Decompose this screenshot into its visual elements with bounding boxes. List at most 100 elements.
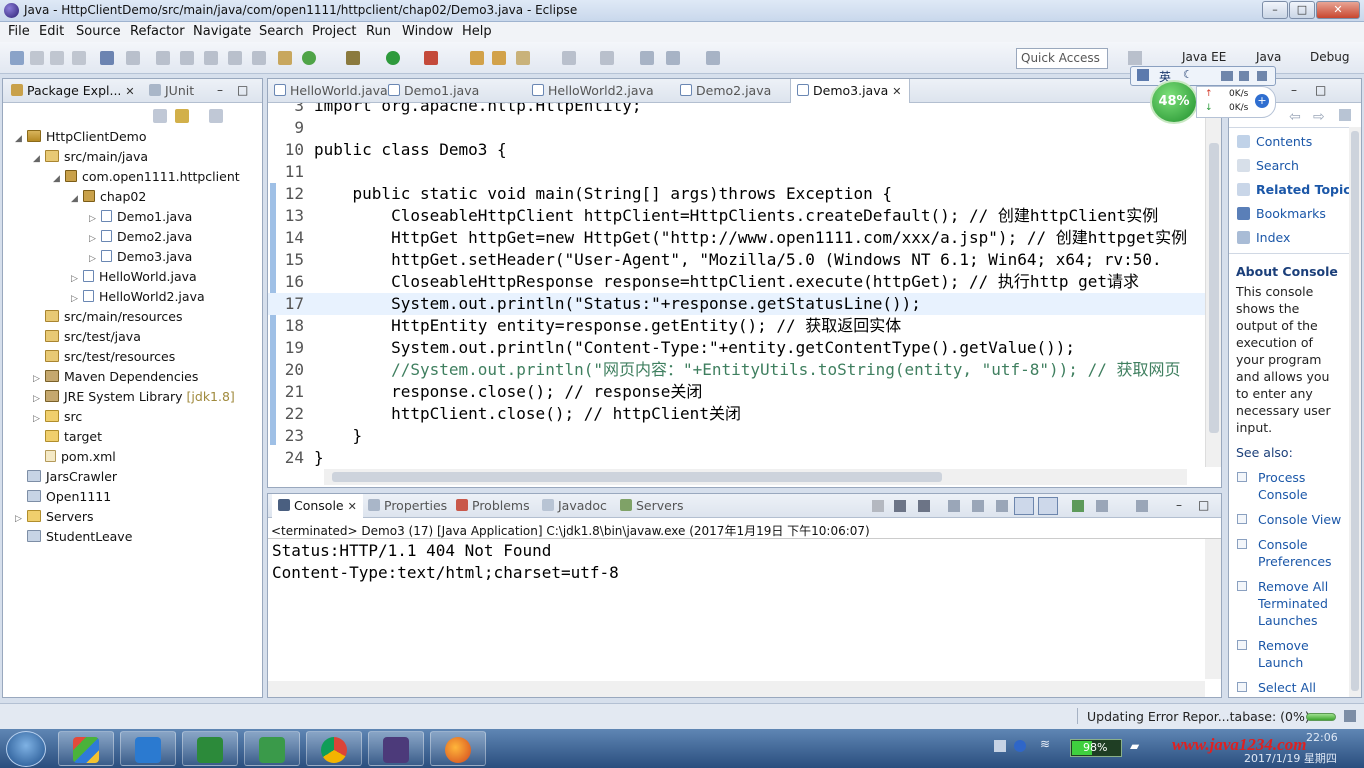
help-tray-icon[interactable] xyxy=(1014,740,1026,752)
tab-helloworld[interactable]: HelloWorld.java xyxy=(274,83,388,98)
scroll-lock-icon[interactable] xyxy=(972,500,984,512)
select-all-link[interactable]: Select All xyxy=(1258,679,1316,696)
tree-item[interactable]: ▷ Demo2.java xyxy=(89,229,192,249)
ime-tool-icon[interactable] xyxy=(1239,71,1249,81)
console-icon[interactable] xyxy=(100,51,114,65)
skip-breakpoints-icon[interactable] xyxy=(126,51,140,65)
tab-problems[interactable]: Problems xyxy=(456,498,530,513)
new-icon[interactable] xyxy=(10,51,24,65)
annotation-icon[interactable] xyxy=(562,51,576,65)
taskbar-app[interactable] xyxy=(58,731,114,766)
menu-file[interactable]: File xyxy=(8,24,30,39)
help-related-topics-link[interactable]: Related Topics xyxy=(1237,182,1358,197)
forward-icon[interactable] xyxy=(706,51,720,65)
tab-properties[interactable]: Properties xyxy=(368,498,447,513)
scrollbar-thumb[interactable] xyxy=(1209,143,1219,433)
maximize-view-icon[interactable]: □ xyxy=(1315,83,1326,97)
word-wrap-icon[interactable] xyxy=(996,500,1008,512)
new-package-icon[interactable] xyxy=(492,51,506,65)
tab-demo3[interactable]: Demo3.java ✕ xyxy=(790,79,911,103)
perspective-debug[interactable]: Debug xyxy=(1310,50,1349,64)
close-icon[interactable]: ✕ xyxy=(125,85,134,98)
vertical-scrollbar[interactable] xyxy=(1205,539,1221,679)
tree-item[interactable]: Open1111 xyxy=(15,489,111,509)
tab-javadoc[interactable]: Javadoc xyxy=(542,498,607,513)
taskbar-app[interactable] xyxy=(244,731,300,766)
minimize-view-icon[interactable]: – xyxy=(1291,83,1297,97)
run-icon[interactable] xyxy=(386,51,400,65)
menu-refactor[interactable]: Refactor xyxy=(130,24,185,39)
tray-icon[interactable] xyxy=(994,740,1006,752)
vertical-scrollbar[interactable] xyxy=(1205,103,1221,467)
next-annotation-icon[interactable] xyxy=(600,51,614,65)
horizontal-scrollbar[interactable] xyxy=(268,681,1205,697)
step-return-icon[interactable] xyxy=(204,51,218,65)
tab-console[interactable]: Console ✕ xyxy=(272,494,363,518)
taskbar-app[interactable] xyxy=(120,731,176,766)
scrollbar-thumb[interactable] xyxy=(1351,131,1359,691)
taskbar-app[interactable] xyxy=(306,731,362,766)
tree-item[interactable]: src/test/java xyxy=(33,329,141,349)
link-with-editor-icon[interactable] xyxy=(175,109,189,123)
taskbar-app[interactable] xyxy=(368,731,424,766)
close-icon[interactable]: ✕ xyxy=(348,500,357,513)
step-over-icon[interactable] xyxy=(180,51,194,65)
help-search-link[interactable]: Search xyxy=(1237,158,1299,173)
console-view-link[interactable]: Console View xyxy=(1258,511,1341,528)
back-icon[interactable] xyxy=(666,51,680,65)
menu-navigate[interactable]: Navigate xyxy=(193,24,251,39)
progress-view-icon[interactable] xyxy=(1344,710,1356,722)
view-menu-icon[interactable] xyxy=(209,109,223,123)
tab-package-explorer[interactable]: Package Expl... ✕ xyxy=(11,83,135,98)
process-console-link[interactable]: Process Console xyxy=(1258,469,1308,503)
menu-run[interactable]: Run xyxy=(366,24,391,39)
expand-icon[interactable]: ◢ xyxy=(71,194,81,204)
tree-item[interactable]: ▷ Demo1.java xyxy=(89,209,192,229)
close-button[interactable]: ✕ xyxy=(1316,1,1360,19)
clock-date[interactable]: 2017/1/19 星期四 xyxy=(1244,750,1337,766)
collapse-icon[interactable]: ▷ xyxy=(15,514,25,524)
horizontal-scrollbar[interactable] xyxy=(324,469,1187,485)
minimize-view-icon[interactable]: – xyxy=(1176,498,1182,512)
new-server-icon[interactable] xyxy=(278,51,292,65)
code-editor[interactable]: 3 import org.apache.http.HttpEntity; 9 10… xyxy=(268,103,1221,487)
help-index-link[interactable]: Index xyxy=(1237,230,1290,245)
tree-item[interactable]: ▷ src xyxy=(33,409,82,429)
maximize-button[interactable]: □ xyxy=(1289,1,1315,19)
collapse-icon[interactable]: ▷ xyxy=(33,414,43,424)
tree-item[interactable]: StudentLeave xyxy=(15,529,132,549)
remove-launch-link[interactable]: Remove Launch xyxy=(1258,637,1309,671)
tab-demo1[interactable]: Demo1.java xyxy=(388,83,479,98)
tree-item[interactable]: pom.xml xyxy=(33,449,116,469)
open-perspective-icon[interactable] xyxy=(1128,51,1142,65)
menu-edit[interactable]: Edit xyxy=(39,24,64,39)
plus-icon[interactable]: + xyxy=(1255,94,1269,108)
tree-item[interactable]: ▷ Servers xyxy=(15,509,94,529)
vertical-scrollbar[interactable] xyxy=(1349,127,1361,697)
collapse-icon[interactable]: ▷ xyxy=(33,374,43,384)
tree-item[interactable]: src/test/resources xyxy=(33,349,175,369)
ime-toolbar[interactable]: 英 ☾ xyxy=(1130,66,1276,86)
tree-item[interactable]: ◢ com.open1111.httpclient xyxy=(53,169,240,189)
power-icon[interactable]: ▰ xyxy=(1130,739,1146,755)
pin-console-icon[interactable] xyxy=(1072,500,1084,512)
tree-item[interactable]: ▷ HelloWorld2.java xyxy=(71,289,205,309)
show-stderr-icon[interactable] xyxy=(1038,497,1058,515)
perspective-java-ee[interactable]: Java EE xyxy=(1182,50,1226,64)
minimize-view-icon[interactable]: – xyxy=(217,83,223,97)
maximize-view-icon[interactable]: □ xyxy=(237,83,248,97)
tree-item[interactable]: ▷ Demo3.java xyxy=(89,249,192,269)
help-forward-icon[interactable]: ⇨ xyxy=(1313,109,1325,125)
new-java-project-icon[interactable] xyxy=(470,51,484,65)
debug-icon[interactable] xyxy=(346,51,360,65)
display-console-icon[interactable] xyxy=(1096,500,1108,512)
collapse-all-icon[interactable] xyxy=(153,109,167,123)
collapse-icon[interactable]: ▷ xyxy=(71,274,81,284)
tab-servers[interactable]: Servers xyxy=(620,498,684,513)
expand-icon[interactable]: ◢ xyxy=(53,174,63,184)
terminate-icon[interactable] xyxy=(872,500,884,512)
step-icon[interactable] xyxy=(156,51,170,65)
cpu-meter[interactable]: 48% xyxy=(1150,80,1198,124)
help-contents-link[interactable]: Contents xyxy=(1237,134,1312,149)
drop-frame-icon[interactable] xyxy=(228,51,242,65)
